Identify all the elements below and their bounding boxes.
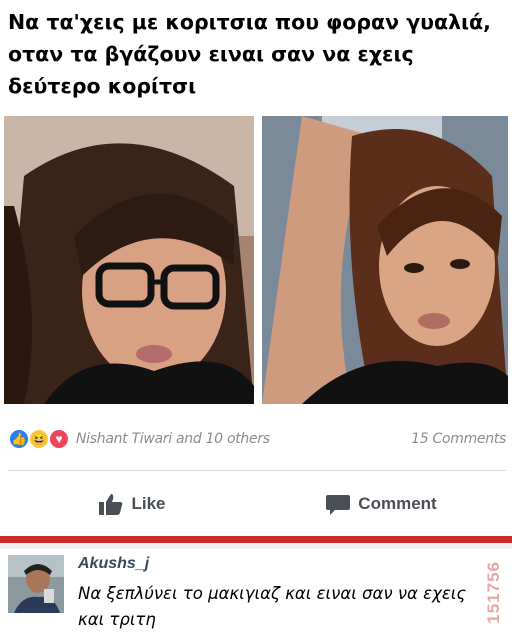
section-divider — [0, 536, 512, 543]
action-bar: Like Comment — [8, 482, 506, 526]
comment-button-label: Comment — [358, 494, 437, 513]
watermark: 151756 — [484, 561, 503, 624]
like-button-label: Like — [131, 494, 166, 513]
photo-with-glasses[interactable] — [4, 116, 254, 404]
haha-reaction-icon: 😆 — [28, 428, 50, 450]
avatar[interactable] — [8, 555, 64, 613]
like-reaction-icon: 👍 — [8, 428, 30, 450]
thumbs-up-icon — [99, 494, 123, 515]
photo-without-glasses[interactable] — [262, 116, 508, 404]
action-divider-top — [8, 470, 506, 471]
photo-collage — [4, 116, 508, 404]
reactions-bar[interactable]: 👍 😆 ♥ Nishant Tiwari and 10 others 15 Co… — [8, 424, 508, 454]
love-reaction-icon: ♥ — [48, 428, 70, 450]
comment-author[interactable]: Akushs_j — [78, 555, 149, 573]
photo-without-glasses-image — [262, 116, 508, 404]
reactions-summary[interactable]: Nishant Tiwari and 10 others — [76, 431, 270, 447]
photo-with-glasses-image — [4, 116, 254, 404]
comment-button[interactable]: Comment — [257, 493, 506, 515]
comment-text: Να ξεπλύνει το μακιγιαζ και ειναι σαν να… — [78, 584, 467, 629]
like-button[interactable]: Like — [8, 493, 257, 515]
comment-bubble-icon — [326, 495, 351, 515]
comments-count[interactable]: 15 Comments — [411, 431, 508, 447]
avatar-image — [8, 555, 64, 613]
reaction-icons[interactable]: 👍 😆 ♥ — [8, 428, 70, 450]
comment-item: Akushs_j Να ξεπλύνει το μακιγιαζ και ειν… — [0, 549, 512, 640]
meme-caption: Να τα'χεις με κοριτσια που φοραν γυαλιά,… — [8, 10, 491, 98]
